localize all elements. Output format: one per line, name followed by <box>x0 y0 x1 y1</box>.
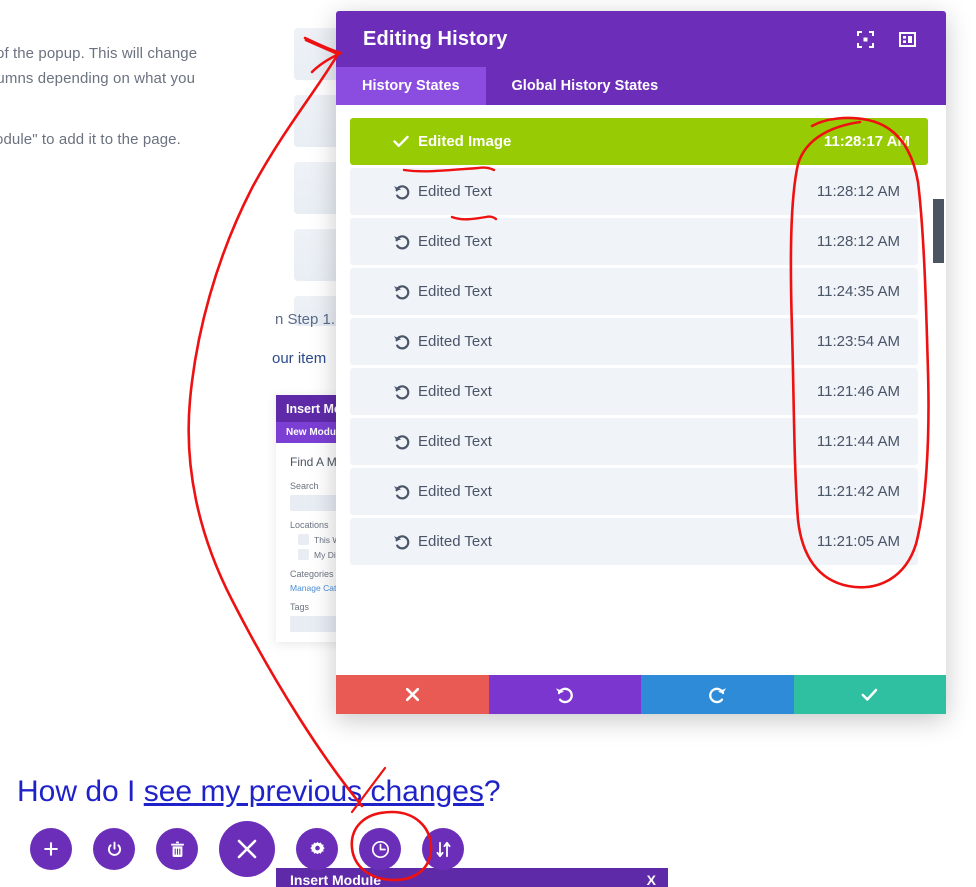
trash-icon <box>170 841 184 857</box>
state-label: Edited Text <box>418 483 492 500</box>
reorder-button[interactable] <box>422 828 464 870</box>
check-icon <box>861 688 878 701</box>
tab-history-states[interactable]: History States <box>336 67 486 105</box>
page-title: Editing History <box>363 27 508 50</box>
checkbox-icon[interactable] <box>298 549 309 560</box>
undo-icon <box>392 533 410 551</box>
undo-icon <box>392 183 410 201</box>
close-button[interactable] <box>219 821 275 877</box>
divi-builder-toolbar <box>30 821 464 877</box>
background-mid-text-1: n Step 1. <box>275 311 336 328</box>
question-suffix: ? <box>483 775 501 808</box>
state-timestamp: 11:21:42 AM <box>816 483 900 500</box>
settings-button[interactable] <box>296 828 338 870</box>
undo-icon <box>392 433 410 451</box>
accept-button[interactable] <box>793 675 946 714</box>
undo-icon <box>392 333 410 351</box>
tab-global-history-states[interactable]: Global History States <box>486 67 685 105</box>
background-paragraph-line-1: of the popup. This will change <box>0 45 198 62</box>
history-button[interactable] <box>359 828 401 870</box>
history-states-list-container: Edited Image 11:28:17 AM Edited Text 11:… <box>336 105 946 675</box>
table-row[interactable]: Edited Text 11:23:54 AM <box>350 318 918 365</box>
table-row[interactable]: Edited Image 11:28:17 AM <box>350 118 928 165</box>
table-row[interactable]: Edited Text 11:28:12 AM <box>350 168 918 215</box>
state-timestamp: 11:21:44 AM <box>816 433 900 450</box>
state-timestamp: 11:23:54 AM <box>816 333 900 350</box>
state-label: Edited Text <box>418 433 492 450</box>
history-states-list: Edited Image 11:28:17 AM Edited Text 11:… <box>350 118 932 565</box>
state-timestamp: 11:21:05 AM <box>816 533 900 550</box>
power-button[interactable] <box>93 828 135 870</box>
modal-footer <box>336 675 946 714</box>
state-label: Edited Image <box>418 133 512 150</box>
close-icon <box>237 839 257 859</box>
table-row[interactable]: Edited Text 11:21:05 AM <box>350 518 918 565</box>
background-paragraph-line-2: lumns depending on what you <box>0 70 196 87</box>
background-paragraph-line-3: odule" to add it to the page. <box>0 131 181 148</box>
table-row[interactable]: Edited Text 11:28:12 AM <box>350 218 918 265</box>
undo-icon <box>392 283 410 301</box>
cancel-button[interactable] <box>336 675 489 714</box>
editing-history-modal: Editing History History States Global Hi… <box>336 11 946 714</box>
state-label: Edited Text <box>418 233 492 250</box>
power-icon <box>107 841 121 856</box>
undo-icon <box>392 233 410 251</box>
table-row[interactable]: Edited Text 11:24:35 AM <box>350 268 918 315</box>
state-timestamp: 11:21:46 AM <box>816 383 900 400</box>
table-row[interactable]: Edited Text 11:21:44 AM <box>350 418 918 465</box>
undo-icon <box>392 383 410 401</box>
plus-icon <box>44 842 58 856</box>
modal-header: Editing History <box>336 11 946 67</box>
undo-icon <box>556 687 574 704</box>
question-link[interactable]: see my previous changes <box>144 775 484 808</box>
background-mid-text-2: our item <box>272 350 327 367</box>
scrollbar[interactable] <box>933 105 944 675</box>
insert-module-bottom-bar-close[interactable]: X <box>647 872 656 887</box>
table-row[interactable]: Edited Text 11:21:46 AM <box>350 368 918 415</box>
trash-button[interactable] <box>156 828 198 870</box>
question-prefix: How do I <box>17 775 144 808</box>
checkbox-icon[interactable] <box>298 534 309 545</box>
state-label: Edited Text <box>418 383 492 400</box>
undo-icon <box>392 483 410 501</box>
close-icon <box>405 687 419 702</box>
add-button[interactable] <box>30 828 72 870</box>
scrollbar-thumb[interactable] <box>933 199 944 263</box>
state-label: Edited Text <box>418 283 492 300</box>
layout-panel-icon[interactable] <box>894 26 920 52</box>
state-timestamp: 11:28:12 AM <box>816 183 900 200</box>
check-icon <box>392 133 410 151</box>
state-timestamp: 11:28:17 AM <box>823 133 910 150</box>
table-row[interactable]: Edited Text 11:21:42 AM <box>350 468 918 515</box>
redo-icon <box>708 687 726 704</box>
state-label: Edited Text <box>418 333 492 350</box>
state-label: Edited Text <box>418 183 492 200</box>
focus-target-icon[interactable] <box>852 26 878 52</box>
gear-icon <box>309 841 325 854</box>
state-timestamp: 11:24:35 AM <box>816 283 900 300</box>
page-question-heading: How do I see my previous changes? <box>17 775 501 809</box>
undo-button[interactable] <box>488 675 641 714</box>
state-label: Edited Text <box>418 533 492 550</box>
arrows-updown-icon <box>436 841 450 857</box>
state-timestamp: 11:28:12 AM <box>816 233 900 250</box>
redo-button[interactable] <box>641 675 794 714</box>
modal-tabs: History States Global History States <box>336 67 946 105</box>
clock-icon <box>371 840 389 858</box>
